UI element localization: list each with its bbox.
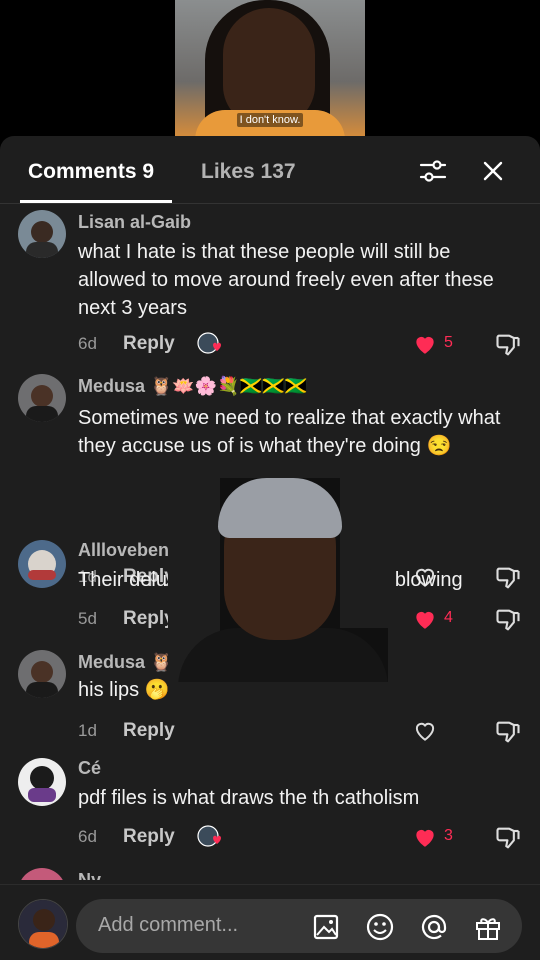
reply-button[interactable]: Reply: [123, 720, 175, 742]
creator-loved-badge-icon: [196, 824, 224, 850]
image-icon[interactable]: [310, 911, 342, 943]
my-avatar[interactable]: [18, 899, 68, 949]
tab-likes[interactable]: Likes 137: [201, 160, 296, 184]
creator-loved-badge-icon: [196, 331, 224, 357]
comment-composer-bar: Add comment...: [0, 884, 540, 960]
comment-age: 5d: [78, 609, 97, 628]
comment-text: Sometimes we need to realize that exactl…: [78, 407, 501, 457]
avatar[interactable]: [18, 540, 66, 588]
avatar[interactable]: [18, 650, 66, 698]
like-count: 4: [444, 609, 453, 626]
thumbs-down-icon[interactable]: [494, 824, 522, 852]
at-sign-icon[interactable]: [418, 911, 450, 943]
comment-author[interactable]: Medusa 🦉🪷🌸💐🇯🇲🇯🇲🇯🇲: [78, 376, 307, 397]
comment-text: pdf files is what draws the th catholism: [78, 787, 420, 809]
close-icon[interactable]: [478, 156, 508, 186]
heart-icon[interactable]: [412, 606, 438, 632]
comment-author[interactable]: Ny: [78, 870, 101, 880]
heart-icon[interactable]: [412, 718, 438, 744]
video-caption-text: I don't know.: [236, 113, 304, 127]
comment-text: what I hate is that these people will st…: [78, 241, 494, 319]
gift-icon[interactable]: [472, 911, 504, 943]
comment-input[interactable]: Add comment...: [76, 899, 522, 953]
avatar[interactable]: [18, 868, 66, 880]
heart-icon[interactable]: [412, 331, 438, 357]
tab-bar: Comments 9 Likes 137: [0, 136, 540, 204]
tab-comments[interactable]: Comments 9: [28, 160, 154, 184]
pip-video-overlay[interactable]: [168, 478, 388, 682]
video-subject-face: [223, 8, 315, 126]
comment-author[interactable]: Medusa 🦉: [78, 652, 172, 673]
reply-button[interactable]: Reply: [123, 333, 175, 355]
thumbs-down-icon[interactable]: [494, 331, 522, 359]
avatar[interactable]: [18, 374, 66, 422]
comment-author[interactable]: Cé: [78, 758, 101, 779]
avatar[interactable]: [18, 210, 66, 258]
comment-age: 1d: [78, 721, 97, 740]
reply-button[interactable]: Reply: [123, 826, 175, 848]
comment-age: 6d: [78, 827, 97, 846]
video-preview[interactable]: I don't know.: [175, 0, 365, 136]
like-count: 3: [444, 827, 453, 844]
comment-age: 6d: [78, 334, 97, 353]
comment-author[interactable]: Allloveben: [78, 540, 169, 561]
comment-meta: 1d Reply: [78, 718, 528, 744]
reply-button[interactable]: Reply: [123, 608, 175, 630]
pip-subject-headwrap: [218, 478, 342, 538]
video-caption: I don't know.: [175, 113, 365, 127]
heart-icon[interactable]: [412, 824, 438, 850]
sliders-icon[interactable]: [418, 156, 448, 186]
like-count: 5: [444, 334, 453, 351]
emoji-icon[interactable]: [364, 911, 396, 943]
comment-meta: 6d Reply 5: [78, 331, 528, 357]
comment-input-placeholder: Add comment...: [98, 914, 239, 936]
comment-author[interactable]: Lisan al-Gaib: [78, 212, 191, 233]
thumbs-down-icon[interactable]: [494, 606, 522, 634]
avatar[interactable]: [18, 758, 66, 806]
comment-meta: 6d Reply 3: [78, 824, 528, 850]
pip-background: [340, 478, 388, 628]
thumbs-down-icon[interactable]: [494, 718, 522, 746]
